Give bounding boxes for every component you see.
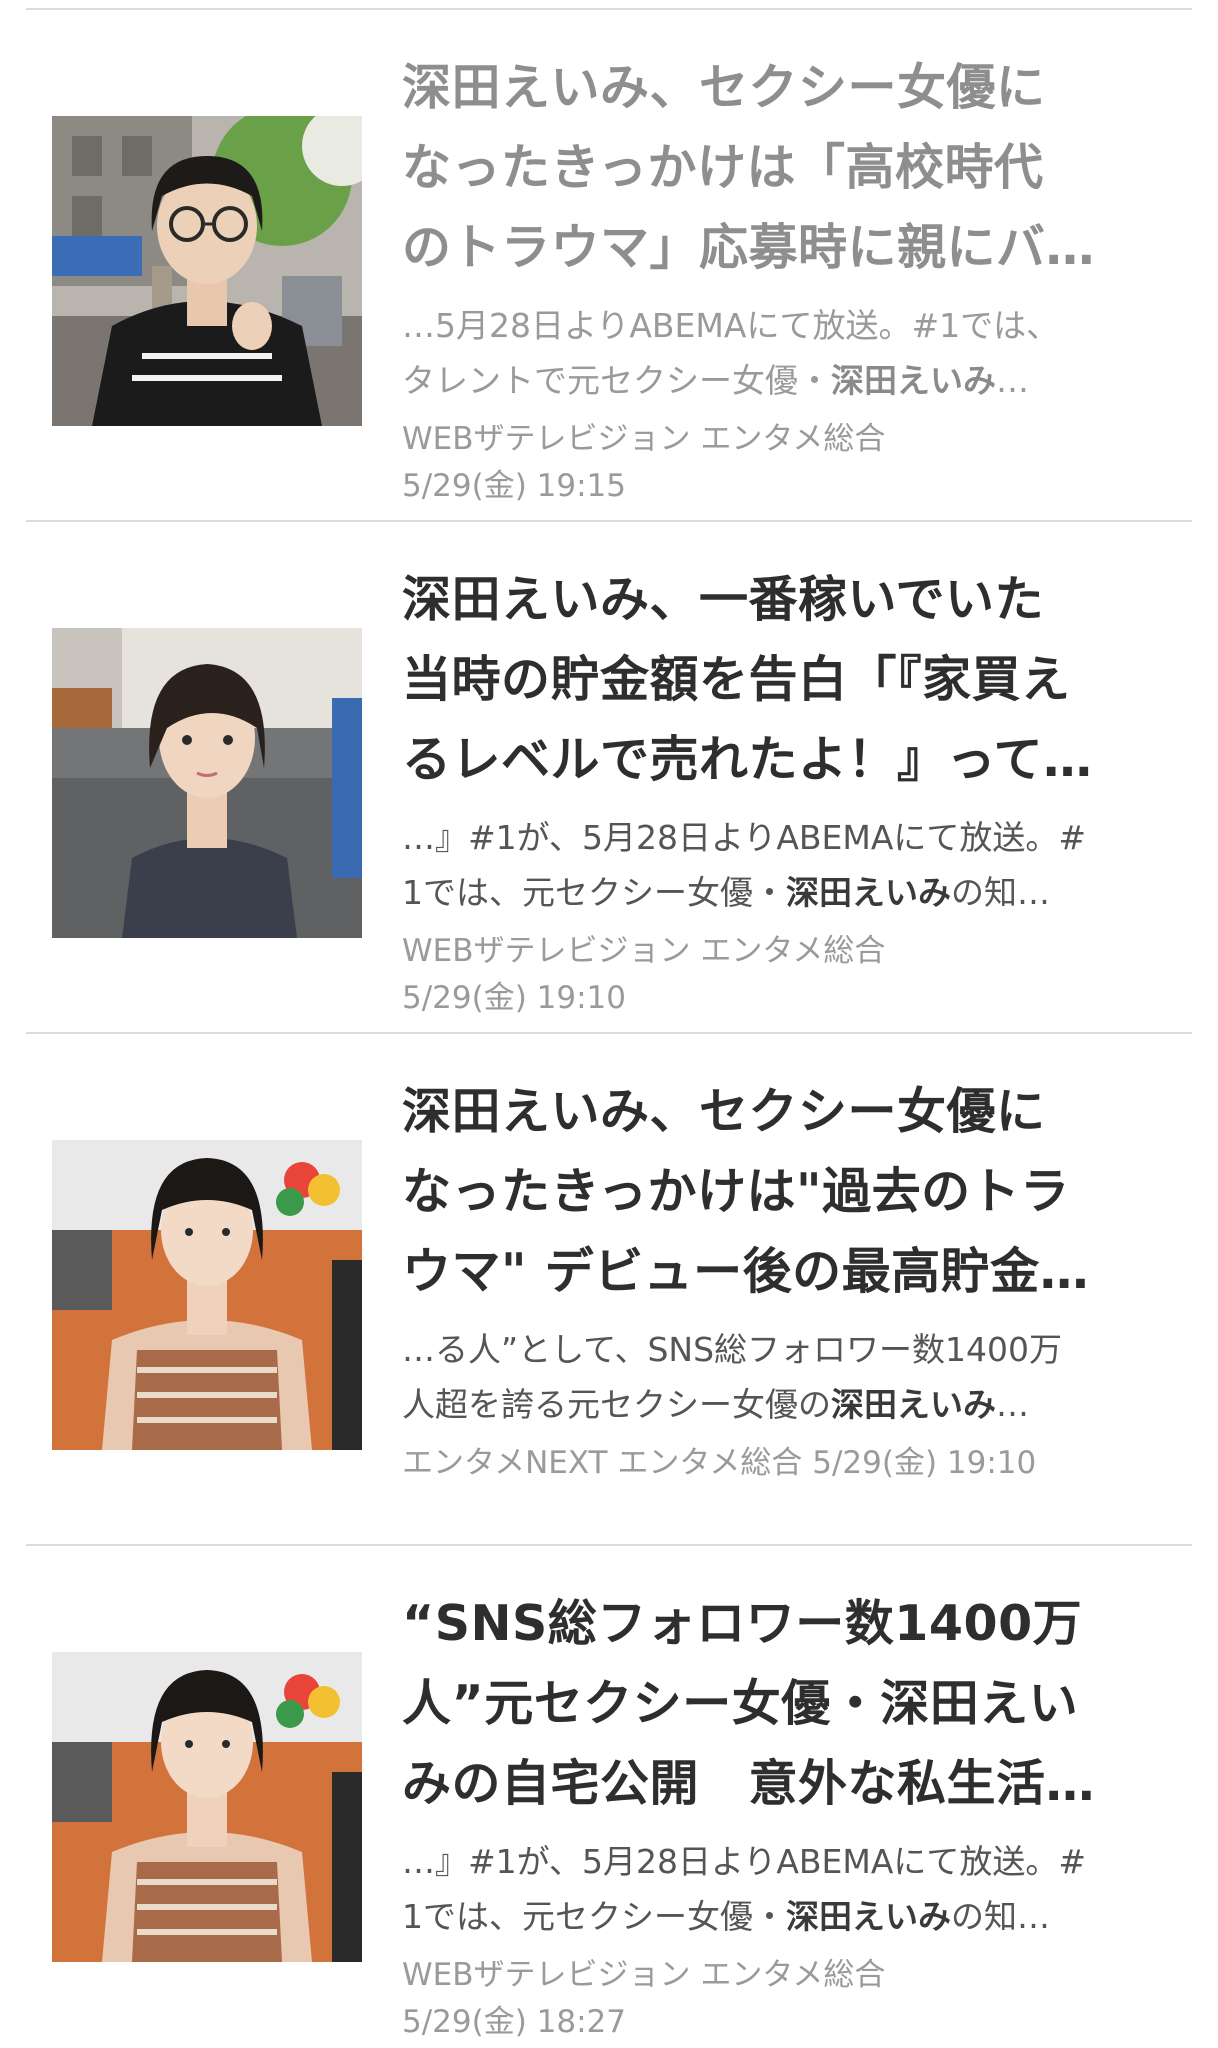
article-card-1[interactable]: 深田えいみ、セクシー女優に なったきっかけは「高校時代 のトラウマ」応募時に親に… xyxy=(26,10,1192,522)
article-text[interactable]: 深田えいみ、セクシー女優に なったきっかけは"過去のトラ ウマ" デビュー後の最… xyxy=(402,1034,1192,1487)
article-snippet: …』#1が、5月28日よりABEMAにて放送。# 1では、元セクシー女優・深田え… xyxy=(402,1842,1087,1936)
article-time: 5/29(金) 19:10 xyxy=(402,980,626,1016)
article-meta: WEBザテレビジョン エンタメ総合 5/29(金) 19:10 xyxy=(402,928,1192,1022)
article-card-4[interactable]: “SNS総フォロワー数1400万 人”元セクシー女優・深田えい みの自宅公開 意… xyxy=(26,1546,1192,2048)
article-source: エンタメNEXT エンタメ総合 xyxy=(402,1445,803,1481)
keyword-highlight: 深田えいみ xyxy=(786,873,951,912)
article-thumbnail[interactable] xyxy=(52,1652,362,1962)
article-snippet: …5月28日よりABEMAにて放送。#1では、 タレントで元セクシー女優・深田え… xyxy=(402,306,1060,400)
article-source: WEBザテレビジョン エンタメ総合 xyxy=(402,933,886,969)
keyword-highlight: 深田えいみ xyxy=(831,1385,996,1424)
living-room-portrait-photo-icon xyxy=(52,628,362,938)
street-portrait-photo-icon xyxy=(52,116,362,426)
interview-portrait-photo-icon xyxy=(52,1652,362,1962)
news-feed: 深田えいみ、セクシー女優に なったきっかけは「高校時代 のトラウマ」応募時に親に… xyxy=(0,0,1218,2048)
article-meta: WEBザテレビジョン エンタメ総合 5/29(金) 18:27 xyxy=(402,1952,1192,2046)
article-meta: エンタメNEXT エンタメ総合 5/29(金) 19:10 xyxy=(402,1440,1192,1487)
keyword-highlight: 深田えいみ xyxy=(831,361,996,400)
article-thumbnail[interactable] xyxy=(52,116,362,426)
article-snippet: …る人”として、SNS総フォロワー数1400万 人超を誇る元セクシー女優の深田え… xyxy=(402,1330,1063,1424)
article-thumbnail[interactable] xyxy=(52,628,362,938)
article-source: WEBザテレビジョン エンタメ総合 xyxy=(402,421,886,457)
article-thumbnail[interactable] xyxy=(52,1140,362,1450)
article-time: 5/29(金) 18:27 xyxy=(402,2004,626,2040)
interview-portrait-photo-icon xyxy=(52,1140,362,1450)
article-title[interactable]: 深田えいみ、一番稼いでいた 当時の貯金額を告白「『家買え るレベルで売れたよ！』… xyxy=(402,522,1192,800)
article-text[interactable]: “SNS総フォロワー数1400万 人”元セクシー女優・深田えい みの自宅公開 意… xyxy=(402,1546,1192,2046)
article-snippet: …』#1が、5月28日よりABEMAにて放送。# 1では、元セクシー女優・深田え… xyxy=(402,818,1087,912)
article-title[interactable]: 深田えいみ、セクシー女優に なったきっかけは「高校時代 のトラウマ」応募時に親に… xyxy=(402,10,1192,288)
article-card-2[interactable]: 深田えいみ、一番稼いでいた 当時の貯金額を告白「『家買え るレベルで売れたよ！』… xyxy=(26,522,1192,1034)
article-title[interactable]: 深田えいみ、セクシー女優に なったきっかけは"過去のトラ ウマ" デビュー後の最… xyxy=(402,1034,1192,1312)
article-meta: WEBザテレビジョン エンタメ総合 5/29(金) 19:15 xyxy=(402,416,1192,510)
article-title[interactable]: “SNS総フォロワー数1400万 人”元セクシー女優・深田えい みの自宅公開 意… xyxy=(402,1546,1192,1824)
article-text[interactable]: 深田えいみ、一番稼いでいた 当時の貯金額を告白「『家買え るレベルで売れたよ！』… xyxy=(402,522,1192,1022)
article-time: 5/29(金) 19:10 xyxy=(812,1445,1037,1481)
keyword-highlight: 深田えいみ xyxy=(786,1897,951,1936)
article-card-3[interactable]: 深田えいみ、セクシー女優に なったきっかけは"過去のトラ ウマ" デビュー後の最… xyxy=(26,1034,1192,1546)
article-time: 5/29(金) 19:15 xyxy=(402,468,626,504)
article-text[interactable]: 深田えいみ、セクシー女優に なったきっかけは「高校時代 のトラウマ」応募時に親に… xyxy=(402,10,1192,510)
article-source: WEBザテレビジョン エンタメ総合 xyxy=(402,1957,886,1993)
